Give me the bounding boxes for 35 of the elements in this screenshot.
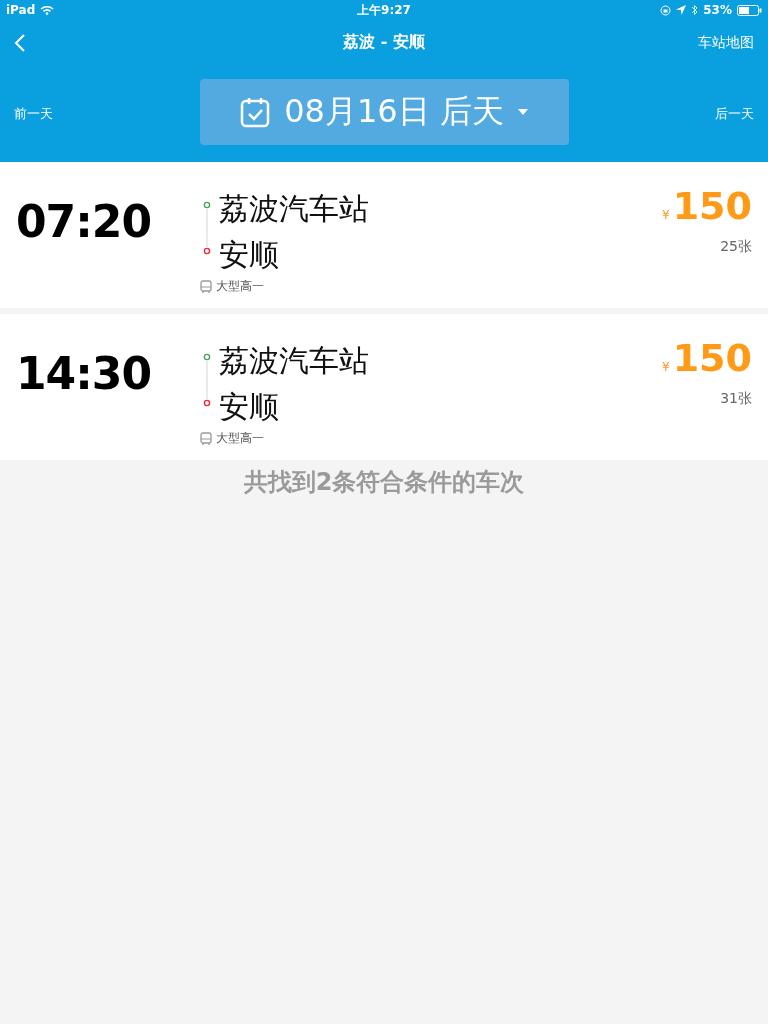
- departure-time: 07:20: [16, 196, 152, 247]
- result-summary: 共找到2条符合条件的车次: [243, 468, 525, 496]
- ticket-price: 150: [672, 336, 752, 380]
- departure-time: 14:30: [16, 348, 152, 399]
- bus-icon: [200, 431, 212, 446]
- rotation-lock-icon: [660, 4, 672, 16]
- bluetooth-icon: [691, 4, 699, 16]
- previous-day-link[interactable]: 前一天: [14, 105, 53, 121]
- bus-type: 大型高一: [216, 430, 264, 447]
- battery-percent: 53%: [703, 3, 732, 17]
- location-icon: [676, 5, 687, 15]
- trip-card[interactable]: 07:20 荔波汽车站 安顺 大型高一 ¥150 25张: [0, 162, 768, 308]
- ticket-price: 150: [672, 184, 752, 228]
- next-day-link[interactable]: 后一天: [715, 105, 754, 121]
- departure-station: 荔波汽车站: [219, 190, 370, 228]
- carrier-label: iPad: [6, 3, 36, 17]
- trip-card[interactable]: 14:30 荔波汽车站 安顺 大型高一 ¥150 31张: [0, 314, 768, 460]
- bus-type: 大型高一: [216, 278, 264, 295]
- clock: 上午9:27: [357, 2, 411, 17]
- arrival-station: 安顺: [219, 388, 280, 426]
- departure-station: 荔波汽车站: [219, 342, 370, 380]
- currency-symbol: ¥: [662, 360, 670, 374]
- station-map-link[interactable]: 车站地图: [698, 33, 754, 52]
- tickets-left: 25张: [720, 238, 752, 256]
- date-picker[interactable]: 08月16日 后天: [199, 79, 569, 145]
- battery-icon: [737, 4, 762, 16]
- back-icon[interactable]: [14, 32, 26, 53]
- wifi-icon: [40, 5, 55, 15]
- bus-icon: [200, 279, 212, 294]
- page-title: 荔波 - 安顺: [343, 32, 425, 53]
- calendar-icon: [240, 96, 271, 128]
- currency-symbol: ¥: [662, 208, 670, 222]
- tickets-left: 31张: [720, 390, 752, 408]
- caret-icon: [517, 109, 528, 115]
- arrival-station: 安顺: [219, 236, 280, 274]
